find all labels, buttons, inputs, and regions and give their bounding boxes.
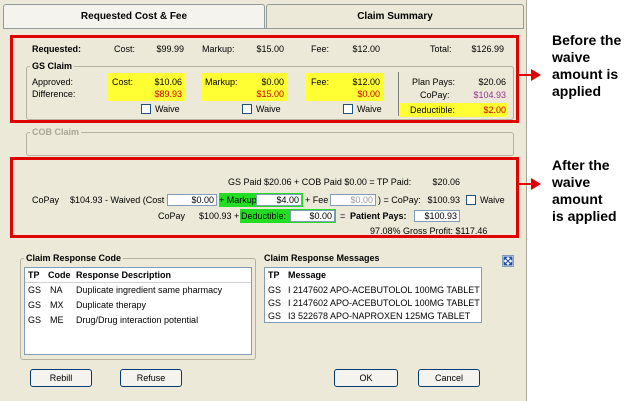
table-row[interactable]: GS NA Duplicate ingredient same pharmacy [25,284,251,298]
list-item[interactable]: GS I 2147602 APO-ACEBUTOLOL 100MG TABLET [265,297,481,310]
refuse-button[interactable]: Refuse [120,369,182,387]
row-description: Drug/Drug interaction potential [76,315,199,325]
response-messages-title: Claim Response Messages [264,253,380,263]
header-divider [25,282,251,283]
list-item[interactable]: GS I3 522678 APO-NAPROXEN 125MG TABLET [265,310,481,323]
ok-button[interactable]: OK [334,369,398,387]
msg-text: I3 522678 APO-NAPROXEN 125MG TABLET [288,311,471,321]
cob-claim-group [26,132,514,156]
row-description: Duplicate ingredient same pharmacy [76,285,223,295]
msg-text: I 2147602 APO-ACEBUTOLOL 100MG TABLET [288,285,480,295]
table-row[interactable]: GS MX Duplicate therapy [25,299,251,313]
msg-tp: GS [268,298,282,308]
msg-tp: GS [268,285,282,295]
msg-tp: GS [268,311,282,321]
response-code-title: Claim Response Code [24,253,124,263]
col-msg-tp: TP [268,270,280,280]
row-tp: GS [28,300,42,310]
msg-text: I 2147602 APO-ACEBUTOLOL 100MG TABLET [288,298,480,308]
response-messages-list[interactable]: TP Message GS I 2147602 APO-ACEBUTOLOL 1… [264,267,482,323]
list-item[interactable]: GS I 2147602 APO-ACEBUTOLOL 100MG TABLET [265,284,481,297]
expand-icon[interactable] [502,255,514,267]
after-waive-box [10,157,519,238]
row-tp: GS [28,315,42,325]
row-code: MX [50,300,64,310]
before-annotation: Before the waive amount is applied [552,32,622,99]
row-code: ME [50,315,64,325]
col-message: Message [288,270,327,280]
col-response-description: Response Description [76,270,172,280]
cob-claim-title: COB Claim [30,127,82,137]
row-tp: GS [28,285,42,295]
col-tp: TP [28,270,40,280]
cancel-button[interactable]: Cancel [418,369,480,387]
rebill-button[interactable]: Rebill [30,369,92,387]
before-arrow-icon [531,69,541,81]
table-row[interactable]: GS ME Drug/Drug interaction potential [25,314,251,328]
row-code: NA [50,285,63,295]
before-waive-box [10,35,519,123]
col-code: Code [48,270,71,280]
tab-claim-summary[interactable]: Claim Summary [266,4,524,28]
tab-requested-cost-fee[interactable]: Requested Cost & Fee [3,4,265,28]
row-description: Duplicate therapy [76,300,147,310]
after-arrow-icon [531,178,541,190]
response-code-list[interactable]: TP Code Response Description GS NA Dupli… [24,267,252,355]
after-annotation: After the waive amount is applied [552,157,617,224]
